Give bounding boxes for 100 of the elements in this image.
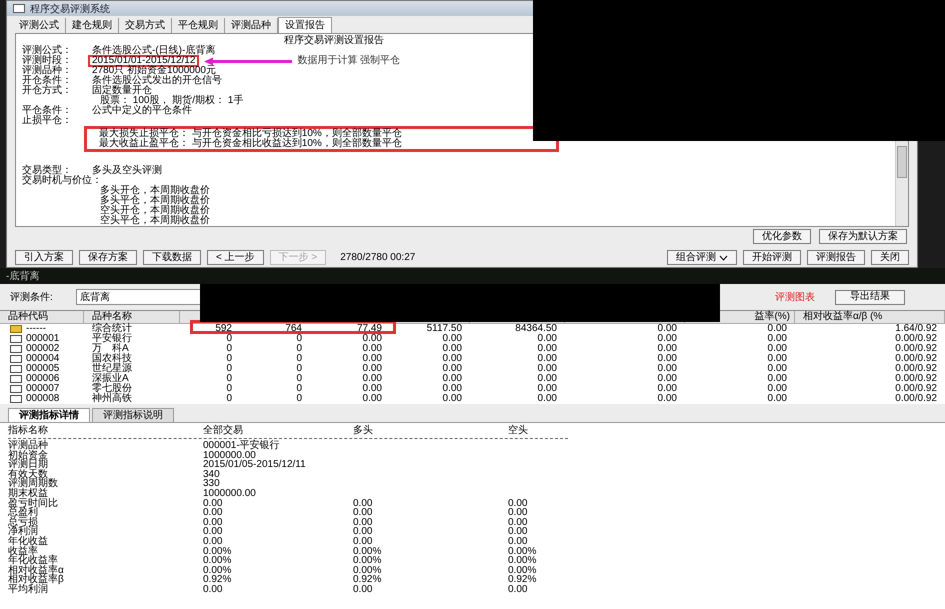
indicator-value: 0.00 (353, 584, 374, 594)
checkbox-icon[interactable] (10, 365, 22, 373)
table-cell-text: 0.00 (656, 324, 678, 334)
table-cell-text: 0.00 (766, 384, 788, 394)
export-button[interactable]: 导出结果 (835, 290, 905, 304)
tab[interactable]: 评测指标说明 (92, 408, 174, 422)
table-cell-text: 0 (225, 364, 233, 374)
scrollbar-thumb[interactable] (897, 146, 907, 178)
report-detail: 空头开仓，本周期收盘价 (100, 206, 210, 216)
field-label: 平仓条件： (22, 106, 73, 116)
indicator-value: 0.00 (203, 518, 224, 528)
table-cell-text: 0.00 (656, 344, 678, 354)
column-header[interactable]: 益率(%) (754, 311, 790, 322)
checkbox-icon[interactable] (10, 345, 22, 353)
indicator-value: 0.00% (353, 566, 382, 576)
toolbar-button[interactable]: 评测报告 (807, 250, 865, 265)
report-detail: 多头平仓，本周期收盘价 (100, 196, 210, 206)
column-header[interactable]: 品种代码 (8, 311, 48, 322)
option-button[interactable]: 优化参数 (753, 229, 811, 244)
tab[interactable]: 评测指标详情 (8, 408, 90, 422)
table-cell-text: 764 (284, 324, 303, 334)
report-title: 程序交易评测设置报告 (283, 36, 385, 46)
indicator-value: 1000000.00 (203, 488, 257, 499)
table-cell-text: 万 科A (91, 344, 129, 354)
field-label: 评测时段： (22, 56, 73, 66)
field-label: 评测公式： (22, 46, 73, 56)
table-cell-text: 0 (295, 394, 303, 404)
indicator-value: 0.00 (508, 536, 528, 547)
column-header: 指标名称 (8, 425, 49, 437)
option-button[interactable]: 保存为默认方案 (819, 229, 907, 244)
indicator-name: 收益率 (8, 546, 38, 556)
indicator-name: 初始资金 (8, 450, 49, 460)
table-cell-text: 0.00 (536, 344, 558, 354)
indicator-name: 有效天数 (8, 470, 48, 480)
report-detail: 最大损失止损平仓： 与开仓资金相比亏损达到10%，则全部数量平仓 (99, 129, 403, 139)
table-cell-text: 0.00 (536, 374, 558, 384)
indicator-value: 0.00 (353, 536, 374, 547)
toolbar-button[interactable]: 保存方案 (79, 250, 137, 265)
indicator-name: 评测品种 (8, 441, 49, 451)
table-cell-text: 1.64/0.92 (894, 324, 938, 334)
column-header[interactable]: 品种名称 (92, 311, 132, 322)
indicator-value: 0.00 (353, 498, 374, 508)
table-cell-text: 592 (214, 324, 233, 334)
indicator-value: 0.00 (508, 518, 528, 528)
field-value: 多头及空头评测 (92, 166, 162, 176)
table-cell-text: 0.00 (766, 354, 788, 364)
toolbar-button[interactable]: < 上一步 (207, 250, 264, 265)
indicator-value: 0.00% (203, 566, 232, 576)
column-header[interactable]: 相对收益率α/β (% (803, 311, 882, 322)
table-cell-text: 0.00 (362, 334, 383, 344)
progress-status: 2780/2780 00:27 (340, 252, 416, 263)
table-cell-text: 0.00 (362, 354, 383, 364)
table-cell-text: 深振业A (91, 374, 129, 384)
table-cell-text: 0.00 (656, 334, 678, 344)
table-cell-text: 0.00 (362, 364, 383, 374)
indicator-value: 0.00% (508, 566, 538, 576)
checkbox-icon[interactable] (10, 375, 22, 383)
field-label: 开仓条件： (22, 76, 73, 86)
report-detail: 最大收益止盈平仓： 与开仓资金相比收益达到10%，则全部数量平仓 (99, 139, 403, 149)
dropdown-button[interactable]: 组合评测 (667, 250, 737, 265)
indicator-value: 0.00% (203, 546, 232, 556)
table-cell-text: 5117.50 (426, 324, 463, 334)
indicator-value: 0.92% (508, 575, 538, 585)
checkbox-icon[interactable] (10, 385, 22, 393)
indicator-value: 1000000.00 (203, 450, 256, 460)
indicator-value: 0.00% (353, 556, 382, 566)
toolbar-button[interactable]: 引入方案 (15, 250, 73, 265)
checkbox-icon[interactable] (10, 395, 22, 403)
checkbox-icon[interactable] (10, 355, 22, 363)
toolbar-button[interactable]: 下载数据 (143, 250, 201, 265)
toolbar-button[interactable]: 开始评测 (743, 250, 801, 265)
field-value: 固定数量开仓 (92, 86, 152, 96)
table-cell: 000005 (26, 364, 60, 374)
table-cell-text: 0.00 (656, 364, 678, 374)
field-label: 开仓方式： (22, 86, 73, 96)
window-title: 程序交易评测系统 (30, 2, 110, 16)
indicator-value: 0.92% (203, 575, 232, 585)
indicator-name: 净利润 (8, 527, 38, 537)
indicator-name: 相对收益率α (8, 566, 65, 576)
indicator-name: 盈亏时间比 (8, 498, 59, 508)
table-cell: 000002 (26, 344, 60, 354)
table-cell-text: 0 (295, 374, 303, 384)
indicator-value: 0.00 (203, 536, 224, 547)
tab[interactable]: 设置报告 (278, 17, 332, 33)
toolbar-button[interactable]: 关闭 (871, 250, 909, 265)
table-cell-text: 0.00/0.92 (894, 344, 938, 354)
indicator-value: 0.00 (203, 527, 224, 537)
indicator-value: 0.00 (508, 527, 528, 537)
indicator-value: 340 (203, 470, 221, 480)
indicator-value: 0.00 (508, 584, 528, 594)
report-note: 数据用于计算 强制平仓 (297, 56, 400, 66)
checkbox-icon[interactable] (10, 335, 22, 343)
table-cell-text: 综合统计 (91, 324, 133, 334)
arrow-icon (203, 56, 294, 66)
report-detail: 空头平仓，本周期收盘价 (100, 216, 210, 226)
table-cell-text: 0.00 (442, 354, 463, 364)
chart-link[interactable]: 评测图表 (775, 290, 815, 304)
table-cell-text: 0.00 (362, 394, 383, 404)
field-value: 公式中定义的平仓条件 (92, 106, 192, 116)
report-detail: 多头开仓，本周期收盘价 (100, 186, 210, 196)
